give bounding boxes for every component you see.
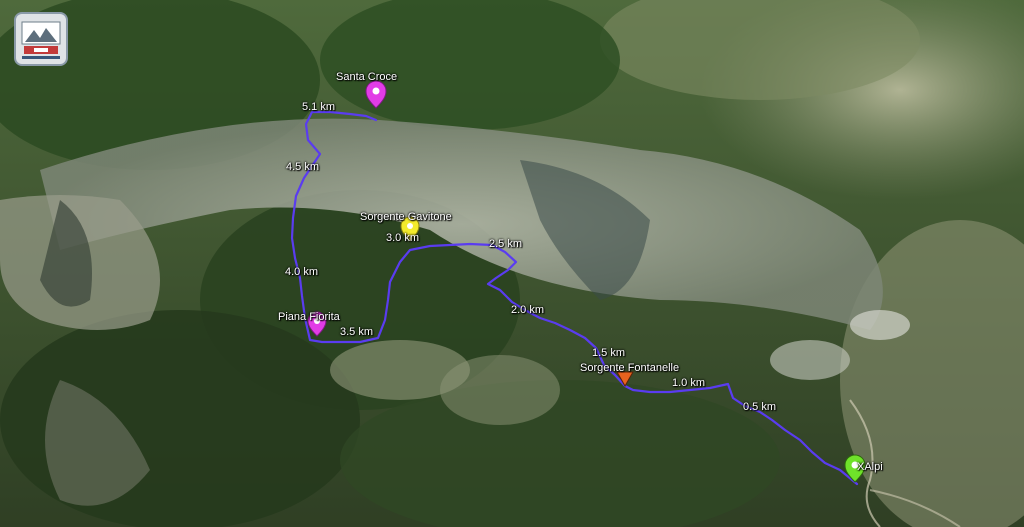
distance-marker-5-1: 5.1 km: [302, 101, 336, 113]
santa-croce-label: Santa Croce: [336, 71, 398, 83]
distance-marker-1-5: 1.5 km: [592, 347, 626, 359]
satellite-map[interactable]: Santa Croce Sorgente Gavitone Piana Fior…: [0, 0, 1024, 527]
piana-fiorita-label: Piana Fiorita: [278, 311, 340, 323]
distance-marker-1-0: 1.0 km: [672, 377, 706, 389]
xalpi-label: XAlpi: [857, 461, 883, 473]
terrain-imagery: [0, 0, 1024, 527]
distance-marker-2-0: 2.0 km: [511, 304, 545, 316]
distance-marker-0-5: 0.5 km: [743, 401, 777, 413]
distance-marker-4-5: 4.5 km: [286, 161, 320, 173]
club-logo-icon: [14, 12, 68, 66]
distance-marker-2-5: 2.5 km: [489, 238, 523, 250]
sorgente-fontanelle-label: Sorgente Fontanelle: [580, 362, 680, 374]
distance-marker-4-0: 4.0 km: [285, 266, 319, 278]
distance-marker-3-5: 3.5 km: [340, 326, 374, 338]
distance-marker-3-0: 3.0 km: [386, 232, 420, 244]
sorgente-gavitone-label: Sorgente Gavitone: [360, 211, 452, 223]
